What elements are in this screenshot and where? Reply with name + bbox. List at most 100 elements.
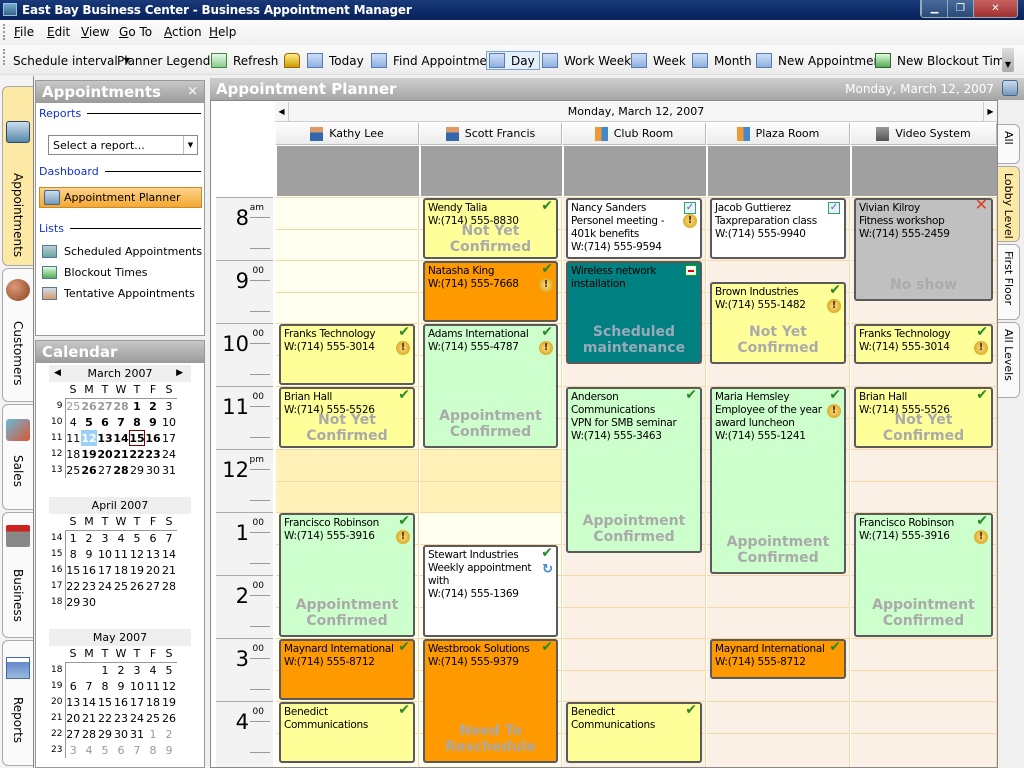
tab-customers[interactable]: Customers [2,268,33,402]
all-day-area[interactable] [851,146,997,196]
appointment[interactable]: Maria Hemsley Employee of the year award l… [710,387,846,574]
tab-business[interactable]: Business [2,512,33,638]
calendar-day[interactable]: 2 [81,530,97,546]
time-slot[interactable] [420,449,561,450]
calendar-day[interactable]: 24 [97,578,113,594]
calendar-day[interactable]: 25 [113,578,129,594]
calendar-day[interactable]: 16 [81,562,97,578]
calendar-day[interactable]: 17 [97,562,113,578]
calendar-day[interactable]: 2 [161,726,177,742]
calendar-day[interactable]: 11 [65,430,81,446]
resource-header[interactable]: Scott Francis [420,123,562,145]
selected-day[interactable]: 12 [81,430,97,446]
blockout-times-link[interactable]: Blockout Times [42,266,148,279]
calendar-day[interactable]: 3 [97,530,113,546]
appointment[interactable]: Maynard International W:(714) 555-8712 ✔ [710,639,846,680]
calendar-day[interactable]: 4 [81,742,97,758]
time-slot[interactable] [276,291,418,293]
appointment[interactable]: Benedict Communications ✔ [279,702,415,763]
day-view-button[interactable]: Day [486,51,540,70]
time-slot[interactable] [851,669,996,671]
time-slot[interactable] [851,638,996,639]
next-day-button[interactable]: ▶ [983,102,997,121]
calendar-day[interactable]: 18 [65,446,81,462]
calendar-day[interactable]: 21 [113,446,129,462]
calendar-day[interactable]: 22 [65,578,81,594]
close-panel-button[interactable]: × [187,84,198,99]
calendar-day[interactable]: 25 [145,710,161,726]
calendar-day[interactable]: 1 [65,530,81,546]
previous-day-button[interactable]: ◀ [275,102,289,121]
calendar-day[interactable]: 19 [161,694,177,710]
menu-action[interactable]: Action [164,25,202,39]
calendar-day[interactable]: 30 [81,594,97,610]
calendar-day[interactable]: 25 [65,398,81,414]
calendar-day[interactable]: 1 [129,398,145,414]
time-slot[interactable] [276,260,418,261]
appointment[interactable]: Brown Industries W:(714) 555-1482 Not Yet … [710,281,846,365]
calendar-day[interactable]: 6 [145,530,161,546]
calendar-day[interactable]: 15 [97,694,113,710]
refresh-button[interactable]: Refresh [211,51,278,70]
menu-view[interactable]: View [81,25,109,39]
calendar-day[interactable]: 6 [65,678,81,694]
appointment[interactable]: Benedict Communications ✔ [566,702,702,763]
time-slot[interactable] [707,260,849,261]
all-day-area[interactable] [563,146,706,196]
calendar-day[interactable]: 5 [161,662,177,678]
resource-header[interactable]: Plaza Room [707,123,850,145]
calendar-day[interactable]: 12 [161,678,177,694]
calendar-day[interactable]: 31 [161,462,177,478]
calendar-day[interactable]: 6 [97,414,113,430]
appointment[interactable]: Franks Technology W:(714) 555-3014 ✔! [854,324,993,365]
next-month-button[interactable]: ▶ [176,365,183,382]
calendar-day[interactable]: 10 [161,414,177,430]
calendar-day[interactable]: 5 [97,742,113,758]
calendar-day[interactable]: 18 [113,562,129,578]
calendar-day[interactable]: 30 [113,726,129,742]
calendar-day[interactable]: 14 [113,430,129,446]
time-slot[interactable] [707,701,849,702]
calendar-day[interactable]: 20 [65,710,81,726]
tab-all[interactable]: All [998,124,1020,164]
time-slot[interactable] [276,480,418,482]
calendar-day[interactable]: 15 [65,562,81,578]
toolbar-overflow-button[interactable]: ▼ [1002,48,1014,72]
resource-header[interactable]: Club Room [563,123,706,145]
calendar-day[interactable]: 22 [129,446,145,462]
tab-sales[interactable]: Sales [2,404,33,510]
appointment[interactable]: Vivian Kilroy Fitness workshop W:(714) 555… [854,198,993,302]
calendar-day[interactable]: 3 [65,742,81,758]
tab-reports[interactable]: Reports [2,640,33,766]
calendar-day[interactable]: 9 [161,742,177,758]
schedule-interval-dropdown[interactable]: Schedule interval ▼ [13,51,130,70]
calendar-day[interactable]: 16 [113,694,129,710]
calendar-day[interactable]: 16 [145,430,161,446]
time-slot[interactable] [563,669,705,671]
calendar-day[interactable]: 5 [81,414,97,430]
find-appointment-button[interactable]: Find Appointment [371,51,499,70]
appointment[interactable]: Francisco Robinson W:(714) 555-3916 Appoin… [279,513,415,637]
chevron-down-icon[interactable]: ▼ [183,136,197,154]
tentative-appointments-link[interactable]: Tentative Appointments [42,287,195,300]
calendar-day[interactable]: 19 [81,446,97,462]
calendar-day[interactable]: 21 [161,562,177,578]
calendar-day[interactable]: 26 [81,462,97,478]
time-slot[interactable] [851,480,996,482]
new-appointment-button[interactable]: New Appointment [756,51,886,70]
time-slot[interactable] [851,701,996,702]
calendar-day[interactable]: 9 [81,546,97,562]
calendar-day[interactable]: 31 [129,726,145,742]
resource-header[interactable]: Video System [851,123,997,145]
calendar-day[interactable]: 7 [81,678,97,694]
previous-month-button[interactable]: ◀ [54,365,61,382]
tab-appointments[interactable]: Appointments [2,86,33,266]
time-slot[interactable] [707,575,849,576]
calendar-day[interactable]: 12 [129,546,145,562]
calendar-day[interactable]: 4 [113,530,129,546]
calendar-day[interactable]: 27 [145,578,161,594]
calendar-day[interactable]: 8 [65,546,81,562]
calendar-day[interactable]: 26 [161,710,177,726]
appointment[interactable]: Natasha King W:(714) 555-7668 ✔! [423,261,558,322]
calendar-day[interactable]: 1 [145,726,161,742]
